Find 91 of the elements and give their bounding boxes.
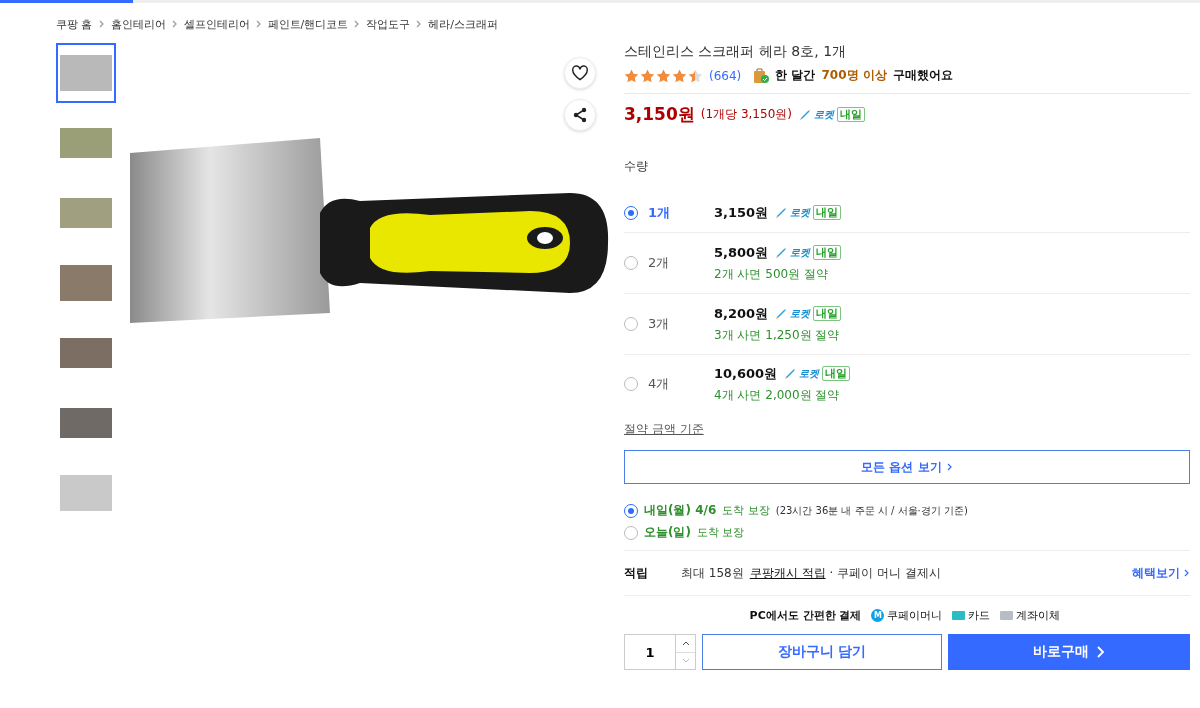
delivery-date: 내일(월) 4/6 [644,502,717,519]
card-icon [952,610,966,620]
cash-reward-link[interactable]: 쿠팡캐시 적립 [749,564,826,582]
quantity-label: 수량 [624,158,649,175]
rocket-label: 로켓 [813,107,834,122]
option-label[interactable]: 1개 [648,203,714,222]
chevron-icon [98,20,105,28]
quantity-input[interactable]: 1 [624,634,675,670]
chevron-icon [1097,646,1105,658]
photo-placeholder [60,408,112,438]
benefits-link[interactable]: 혜택보기 [1132,564,1190,582]
photo-placeholder [60,338,112,368]
photo-placeholder [60,475,112,511]
breadcrumb-link[interactable]: 페인트/핸디코트 [267,16,349,32]
photo-placeholder [60,55,112,91]
star-icon [688,68,703,83]
option-label[interactable]: 3개 [648,315,714,333]
breadcrumb-link[interactable]: 셀프인테리어 [183,16,250,32]
chevron-icon [946,463,953,471]
delivery-guarantee: 도착 보장 [722,503,770,518]
delivery-day-tag: 내일 [836,107,865,122]
money-icon: M [871,608,885,622]
savings-note: 2개 사면 500원 절약 [714,265,829,283]
purchase-count: 700명 이상 [821,67,887,84]
bank-transfer-icon [1000,610,1014,620]
review-count[interactable]: (664) [709,68,742,83]
breadcrumb-link[interactable]: 홈인테리어 [110,16,166,32]
add-to-cart-button[interactable]: 장바구니 담기 [702,634,942,670]
star-icon [640,68,655,83]
option-label[interactable]: 2개 [648,254,714,272]
option-price: 8,200원 [714,304,769,323]
chevron-up-icon [681,640,690,646]
share-icon [572,107,588,123]
radio-button[interactable] [624,205,638,220]
photo-placeholder [60,265,112,301]
star-icon [624,68,639,83]
chevron-icon [416,20,423,28]
radio-button[interactable] [624,256,638,270]
breadcrumb-link[interactable]: 쿠팡 홈 [56,16,93,32]
delivery-date: 오늘(일) [644,524,691,541]
heart-icon [571,65,589,81]
breadcrumb-link[interactable]: 헤라/스크래퍼 [428,16,498,32]
delivery-day-tag: 내일 [813,205,842,220]
shopping-bag-icon [753,67,770,84]
payment-method: 계좌이체 [1016,607,1061,623]
chevron-icon [354,20,361,28]
radio-button[interactable] [624,503,638,518]
reward-amount: 최대 158원 [681,564,744,582]
photo-placeholder [60,198,112,228]
star-icon [656,68,671,83]
radio-button[interactable] [624,525,638,540]
chevron-icon [255,20,262,28]
wishlist-button[interactable] [564,57,596,89]
rocket-label: 로켓 [790,205,811,220]
photo-placeholder [60,128,112,158]
radio-button[interactable] [624,377,638,391]
chevron-icon [1184,569,1190,577]
delivery-day-tag: 내일 [822,366,851,381]
option-price: 3,150원 [714,203,769,222]
payment-method: 쿠페이머니 [887,607,943,623]
delivery-guarantee: 도착 보장 [696,525,745,540]
rocket-label: 로켓 [799,366,820,381]
star-icon [672,68,687,83]
reward-label: 적립 [624,564,649,582]
purchase-note: 한 달간 [775,67,816,84]
all-options-button[interactable]: 모든 옵션 보기 [624,450,1190,484]
unit-price: (1개당 3,150원) [700,106,792,123]
payment-method: 카드 [968,607,991,623]
savings-note: 3개 사면 1,250원 절약 [714,326,841,344]
radio-button[interactable] [624,317,638,331]
share-button[interactable] [564,99,596,131]
delivery-day-tag: 내일 [813,245,842,260]
chevron-down-icon [681,658,690,664]
payment-title: PC에서도 간편한 결제 [749,607,862,623]
thumbnail[interactable] [56,43,116,103]
breadcrumb-link[interactable]: 작업도구 [366,16,411,32]
chevron-icon [171,20,178,28]
product-title: 스테인리스 스크래퍼 헤라 8호, 1개 [624,43,848,61]
rocket-label: 로켓 [790,306,811,321]
savings-basis-link[interactable]: 절약 금액 기준 [624,422,704,436]
rocket-label: 로켓 [790,245,811,260]
buy-now-button[interactable]: 바로구매 [948,634,1190,670]
option-label[interactable]: 4개 [648,375,714,393]
delivery-day-tag: 내일 [813,306,842,321]
option-price: 5,800원 [714,243,769,262]
option-price: 10,600원 [714,364,778,383]
sale-price: 3,150원 [624,103,695,126]
savings-note: 4개 사면 2,000원 절약 [714,386,841,404]
purchase-note: 구매했어요 [892,67,953,84]
delivery-note: (23시간 36분 내 주문 시 / 서울·경기 기준) [775,503,968,518]
reward-condition: · 쿠페이 머니 결제시 [829,564,941,582]
